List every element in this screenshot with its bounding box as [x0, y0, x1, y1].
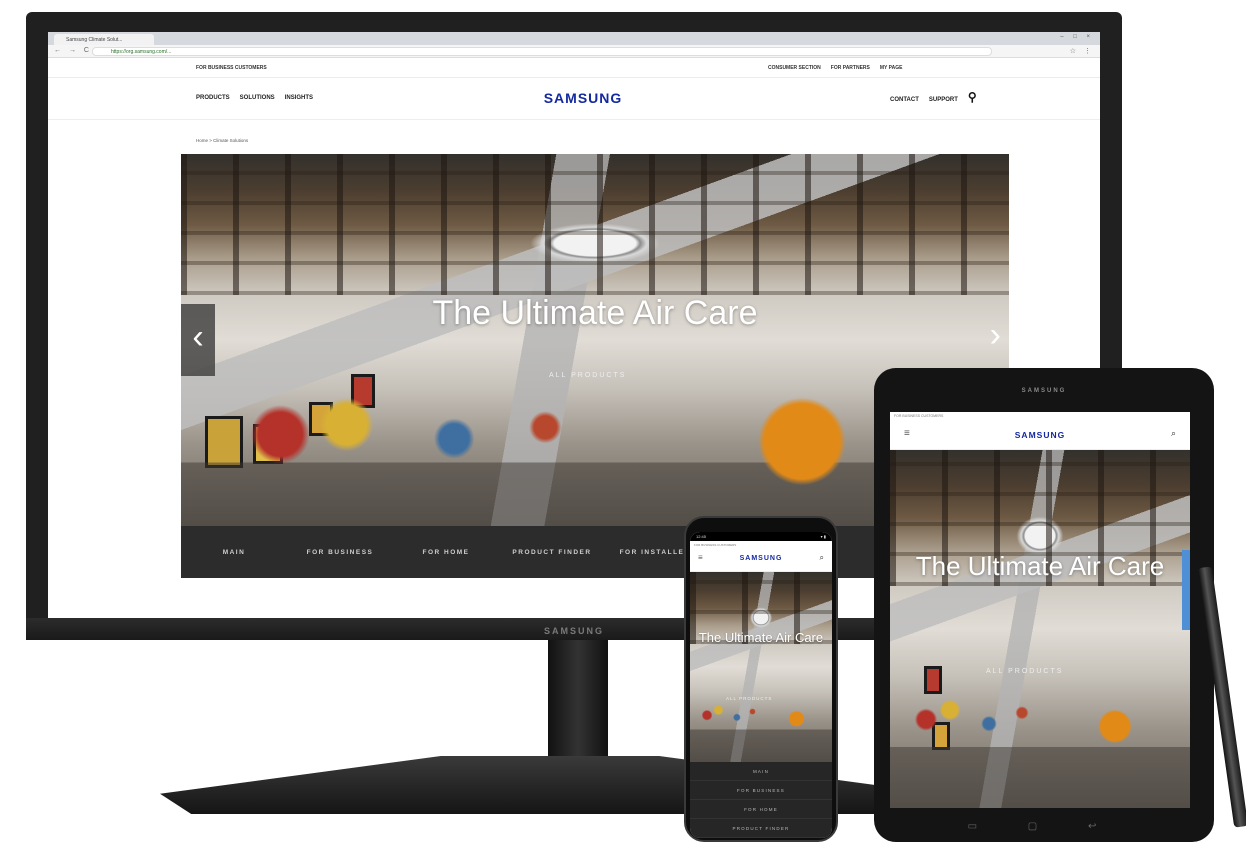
tablet-all-products-link[interactable]: ALL PRODUCTS	[986, 668, 1063, 675]
tablet-nav-buttons[interactable]: ▭ ▢ ↩	[874, 821, 1214, 832]
nav-contact[interactable]: CONTACT	[890, 97, 919, 103]
tablet-header: ≡ SAMSUNG ⌕	[890, 420, 1190, 450]
tab-for-home[interactable]: FOR HOME	[393, 549, 499, 556]
phone-menu-for-home[interactable]: FOR HOME	[690, 800, 832, 819]
main-nav: PRODUCTS SOLUTIONS INSIGHTS SAMSUNG CONT…	[48, 80, 1100, 120]
breadcrumb[interactable]: Home > Climate Solutions	[196, 138, 248, 143]
browser-tab[interactable]: Samsung Climate Solut...	[54, 34, 154, 45]
tablet-samsung-logo[interactable]: SAMSUNG	[890, 430, 1190, 440]
tablet-side-tab[interactable]	[1182, 550, 1190, 630]
tablet-hero-banner: The Ultimate Air Care ALL PRODUCTS	[890, 450, 1190, 808]
utility-bar: FOR BUSINESS CUSTOMERS CONSUMER SECTION …	[48, 58, 1100, 78]
tablet-screen: FOR BUSINESS CUSTOMERS ≡ SAMSUNG ⌕ The U…	[890, 412, 1190, 808]
util-for-business-link[interactable]: FOR BUSINESS CUSTOMERS	[196, 65, 267, 71]
phone-screen: 12:45 ▾ ▮ FOR BUSINESS CUSTOMERS ≡ SAMSU…	[690, 532, 832, 838]
tablet: SAMSUNG FOR BUSINESS CUSTOMERS ≡ SAMSUNG…	[874, 368, 1214, 842]
nav-products[interactable]: PRODUCTS	[196, 95, 230, 101]
tab-main[interactable]: MAIN	[181, 549, 287, 556]
my-page-link[interactable]: MY PAGE	[880, 65, 903, 71]
phone-menu-main[interactable]: MAIN	[690, 762, 832, 781]
wall-art	[309, 402, 333, 436]
consumer-section-link[interactable]: CONSUMER SECTION	[768, 65, 821, 71]
nav-insights[interactable]: INSIGHTS	[285, 95, 313, 101]
util-links: CONSUMER SECTION FOR PARTNERS MY PAGE	[768, 65, 902, 71]
wall-art	[253, 424, 283, 464]
wall-art	[351, 374, 375, 408]
phone-hero-banner: The Ultimate Air Care ALL PRODUCTS	[690, 572, 832, 762]
tablet-util-link[interactable]: FOR BUSINESS CUSTOMERS	[890, 412, 1190, 420]
phone-util-link[interactable]: FOR BUSINESS CUSTOMERS	[690, 541, 832, 548]
phone-samsung-logo[interactable]: SAMSUNG	[690, 555, 832, 562]
phone-header: ≡ SAMSUNG ⌕	[690, 548, 832, 572]
phone-hero-title: The Ultimate Air Care	[698, 630, 824, 645]
phone-all-products-link[interactable]: ALL PRODUCTS	[726, 696, 772, 701]
monitor-stand-neck	[548, 640, 608, 760]
wall-art	[932, 722, 950, 750]
chevron-right-icon[interactable]: ›	[990, 318, 1001, 352]
tablet-hero-title: The Ultimate Air Care	[915, 551, 1165, 581]
wall-art	[205, 416, 243, 468]
search-icon[interactable]: ⚲	[968, 90, 977, 104]
phone-menu-product-finder[interactable]: PRODUCT FINDER	[690, 819, 832, 838]
browser-address-bar: ← → C https://org.samsung.com/... ☆ ⋮	[48, 45, 1100, 58]
browser-actions[interactable]: ☆ ⋮	[1070, 47, 1094, 55]
nav-left: PRODUCTS SOLUTIONS INSIGHTS	[196, 95, 313, 101]
search-icon[interactable]: ⌕	[1171, 428, 1176, 439]
samsung-logo[interactable]: SAMSUNG	[528, 90, 638, 106]
nav-solutions[interactable]: SOLUTIONS	[240, 95, 275, 101]
browser-nav-buttons[interactable]: ← → C	[54, 47, 92, 54]
nav-right: CONTACT SUPPORT ⚲	[890, 90, 977, 104]
phone-status-bar: 12:45 ▾ ▮	[690, 532, 832, 541]
phone-menu: MAIN FOR BUSINESS FOR HOME PRODUCT FINDE…	[690, 762, 832, 838]
for-partners-link[interactable]: FOR PARTNERS	[831, 65, 870, 71]
tab-product-finder[interactable]: PRODUCT FINDER	[499, 549, 605, 556]
tablet-brand: SAMSUNG	[1021, 388, 1067, 394]
hero-title: The Ultimate Air Care	[432, 294, 758, 332]
status-icons: ▾ ▮	[820, 534, 826, 539]
window-controls[interactable]: – □ ×	[1060, 34, 1094, 40]
phone: 12:45 ▾ ▮ FOR BUSINESS CUSTOMERS ≡ SAMSU…	[684, 516, 838, 842]
wall-art	[924, 666, 942, 694]
status-time: 12:45	[696, 534, 707, 539]
tab-for-business[interactable]: FOR BUSINESS	[287, 549, 393, 556]
search-icon[interactable]: ⌕	[820, 553, 824, 563]
phone-menu-for-business[interactable]: FOR BUSINESS	[690, 781, 832, 800]
url-field[interactable]: https://org.samsung.com/...	[92, 47, 992, 56]
browser-tab-bar: Samsung Climate Solut... – □ ×	[48, 32, 1100, 45]
all-products-link[interactable]: ALL PRODUCTS	[549, 372, 626, 379]
nav-support[interactable]: SUPPORT	[929, 97, 958, 103]
